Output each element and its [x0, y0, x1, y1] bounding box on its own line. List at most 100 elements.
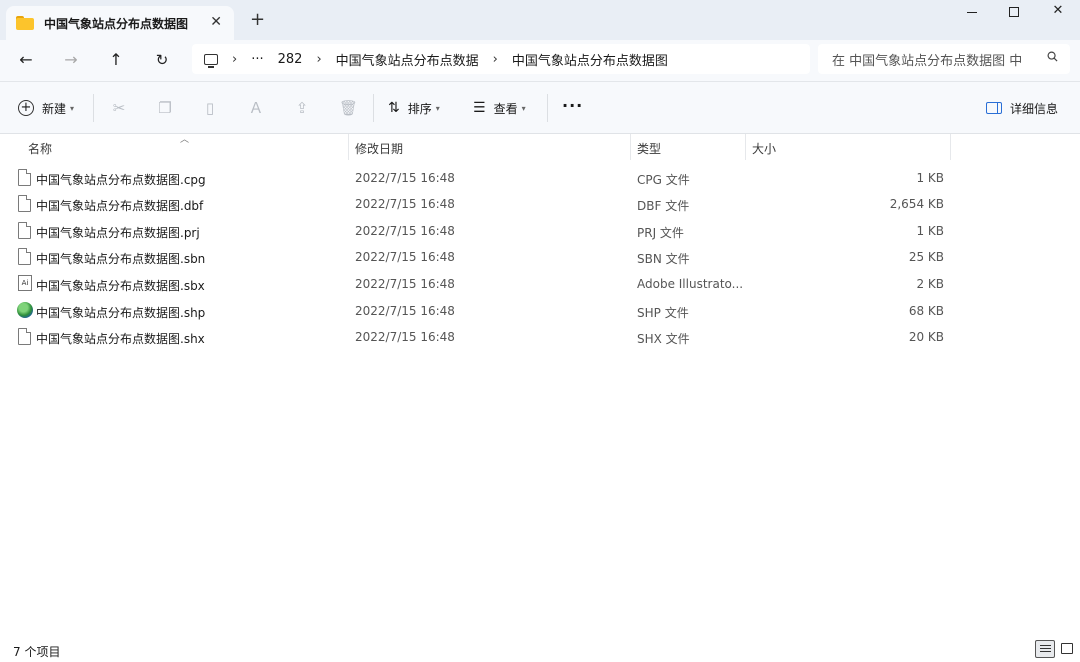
minimize-button[interactable]: [952, 3, 992, 23]
file-size: 68 KB: [908, 304, 944, 318]
search-icon[interactable]: [1047, 51, 1058, 62]
maximize-button[interactable]: [994, 3, 1034, 23]
tab-title: 中国气象站点分布点数据图: [44, 16, 189, 31]
file-name: 中国气象站点分布点数据图.sbn: [36, 252, 206, 266]
view-button[interactable]: ☰ 查看 ▾: [473, 98, 526, 118]
table-row[interactable]: 中国气象站点分布点数据图.shp 2022/7/15 16:48 SHP 文件 …: [0, 298, 960, 324]
details-pane-button[interactable]: 详细信息: [986, 98, 1058, 118]
sort-button[interactable]: ⇅ 排序 ▾: [388, 98, 440, 118]
file-type: CPG 文件: [637, 173, 690, 187]
large-icons-view-icon: [1061, 643, 1073, 654]
file-type: Adobe Illustrato...: [637, 277, 744, 291]
file-type: DBF 文件: [637, 199, 690, 213]
column-divider[interactable]: [630, 134, 631, 160]
column-header-date[interactable]: 修改日期: [355, 140, 403, 157]
chevron-down-icon: ▾: [435, 103, 440, 113]
sort-label: 排序: [407, 101, 432, 116]
computer-icon[interactable]: [204, 53, 218, 68]
close-window-button[interactable]: ✕: [1038, 3, 1078, 23]
chevron-down-icon: ▾: [521, 103, 526, 113]
search-placeholder: 在 中国气象站点分布点数据图 中: [832, 53, 1023, 69]
sort-ascending-icon: ︿: [180, 135, 190, 145]
new-button[interactable]: + 新建 ▾: [18, 98, 74, 118]
divider: [93, 94, 94, 122]
table-row[interactable]: 中国气象站点分布点数据图.cpg 2022/7/15 16:48 CPG 文件 …: [0, 165, 960, 191]
file-type: SHX 文件: [637, 332, 690, 346]
globe-file-icon: [17, 302, 33, 318]
up-button[interactable]: ↑: [104, 50, 128, 72]
tab-close-icon[interactable]: ✕: [210, 14, 222, 30]
file-date: 2022/7/15 16:48: [355, 304, 455, 318]
details-pane-icon: [986, 102, 1002, 114]
file-type: SBN 文件: [637, 252, 690, 266]
chevron-right-icon[interactable]: ›: [316, 52, 321, 67]
file-icon: [18, 248, 31, 265]
file-size: 1 KB: [916, 171, 944, 185]
plus-icon: +: [18, 100, 34, 116]
file-date: 2022/7/15 16:48: [355, 197, 455, 211]
file-type: PRJ 文件: [637, 226, 684, 240]
file-date: 2022/7/15 16:48: [355, 224, 455, 238]
share-icon[interactable]: ⇪: [293, 99, 311, 117]
file-name: 中国气象站点分布点数据图.shx: [36, 332, 205, 346]
column-divider[interactable]: [745, 134, 746, 160]
column-header-size[interactable]: 大小: [752, 140, 776, 157]
file-date: 2022/7/15 16:48: [355, 330, 455, 344]
title-bar: 中国气象站点分布点数据图 ✕ + ✕: [0, 0, 1080, 40]
new-tab-button[interactable]: +: [250, 10, 265, 30]
large-icons-view-button[interactable]: [1058, 640, 1078, 658]
details-view-button[interactable]: [1035, 640, 1055, 658]
file-list: ︿ 名称 修改日期 类型 大小 中国气象站点分布点数据图.cpg 2022/7/…: [0, 134, 1080, 634]
paste-icon[interactable]: ▯: [201, 99, 219, 117]
divider: [547, 94, 548, 122]
table-row[interactable]: 中国气象站点分布点数据图.prj 2022/7/15 16:48 PRJ 文件 …: [0, 218, 960, 244]
command-bar: + 新建 ▾ ✂ ❐ ▯ Ａ ⇪ 🗑 ⇅ 排序 ▾ ☰ 查看 ▾ ··· 详细信…: [0, 82, 1080, 134]
rename-icon[interactable]: Ａ: [247, 99, 265, 117]
file-size: 20 KB: [908, 330, 944, 344]
file-name: 中国气象站点分布点数据图.dbf: [36, 199, 204, 213]
minimize-icon: [967, 11, 977, 14]
details-label: 详细信息: [1010, 101, 1059, 116]
search-input[interactable]: 在 中国气象站点分布点数据图 中: [818, 44, 1070, 74]
file-name: 中国气象站点分布点数据图.prj: [36, 226, 200, 240]
breadcrumb-more[interactable]: ···: [251, 52, 263, 67]
cut-icon[interactable]: ✂: [110, 99, 128, 117]
item-count: 7 个项目: [13, 645, 61, 659]
chevron-down-icon: ▾: [70, 103, 75, 113]
maximize-icon: [1009, 7, 1019, 17]
table-row[interactable]: Ai 中国气象站点分布点数据图.sbx 2022/7/15 16:48 Adob…: [0, 271, 960, 297]
breadcrumb[interactable]: › ··· 282 › 中国气象站点分布点数据 › 中国气象站点分布点数据图: [192, 44, 810, 74]
breadcrumb-item-parent[interactable]: 中国气象站点分布点数据: [336, 50, 479, 69]
file-name: 中国气象站点分布点数据图.cpg: [36, 173, 206, 187]
column-divider[interactable]: [950, 134, 951, 160]
new-label: 新建: [42, 101, 67, 116]
delete-icon[interactable]: 🗑: [339, 99, 358, 117]
forward-button[interactable]: →: [59, 50, 83, 72]
table-row[interactable]: 中国气象站点分布点数据图.shx 2022/7/15 16:48 SHX 文件 …: [0, 324, 960, 350]
column-header-type[interactable]: 类型: [637, 140, 661, 157]
table-row[interactable]: 中国气象站点分布点数据图.sbn 2022/7/15 16:48 SBN 文件 …: [0, 244, 960, 270]
folder-icon: [16, 16, 34, 30]
address-bar: ← → ↑ ↻ › ··· 282 › 中国气象站点分布点数据 › 中国气象站点…: [0, 40, 1080, 82]
divider: [373, 94, 374, 122]
column-header-row: ︿ 名称 修改日期 类型 大小: [0, 134, 1080, 162]
chevron-right-icon[interactable]: ›: [232, 52, 237, 67]
file-date: 2022/7/15 16:48: [355, 277, 455, 291]
status-bar: 7 个项目: [0, 634, 1080, 662]
column-header-name[interactable]: 名称: [28, 140, 52, 157]
refresh-button[interactable]: ↻: [150, 50, 174, 72]
tab-active[interactable]: 中国气象站点分布点数据图 ✕: [6, 6, 234, 40]
copy-icon[interactable]: ❐: [156, 99, 174, 117]
file-date: 2022/7/15 16:48: [355, 250, 455, 264]
breadcrumb-item-282[interactable]: 282: [278, 52, 303, 67]
breadcrumb-item-current[interactable]: 中国气象站点分布点数据图: [512, 50, 668, 69]
file-icon: [18, 222, 31, 239]
file-icon: [18, 169, 31, 186]
back-button[interactable]: ←: [14, 50, 38, 72]
file-size: 25 KB: [908, 250, 944, 264]
column-divider[interactable]: [348, 134, 349, 160]
more-options-button[interactable]: ···: [562, 95, 583, 115]
chevron-right-icon[interactable]: ›: [493, 52, 498, 67]
file-icon: [18, 328, 31, 345]
table-row[interactable]: 中国气象站点分布点数据图.dbf 2022/7/15 16:48 DBF 文件 …: [0, 191, 960, 217]
